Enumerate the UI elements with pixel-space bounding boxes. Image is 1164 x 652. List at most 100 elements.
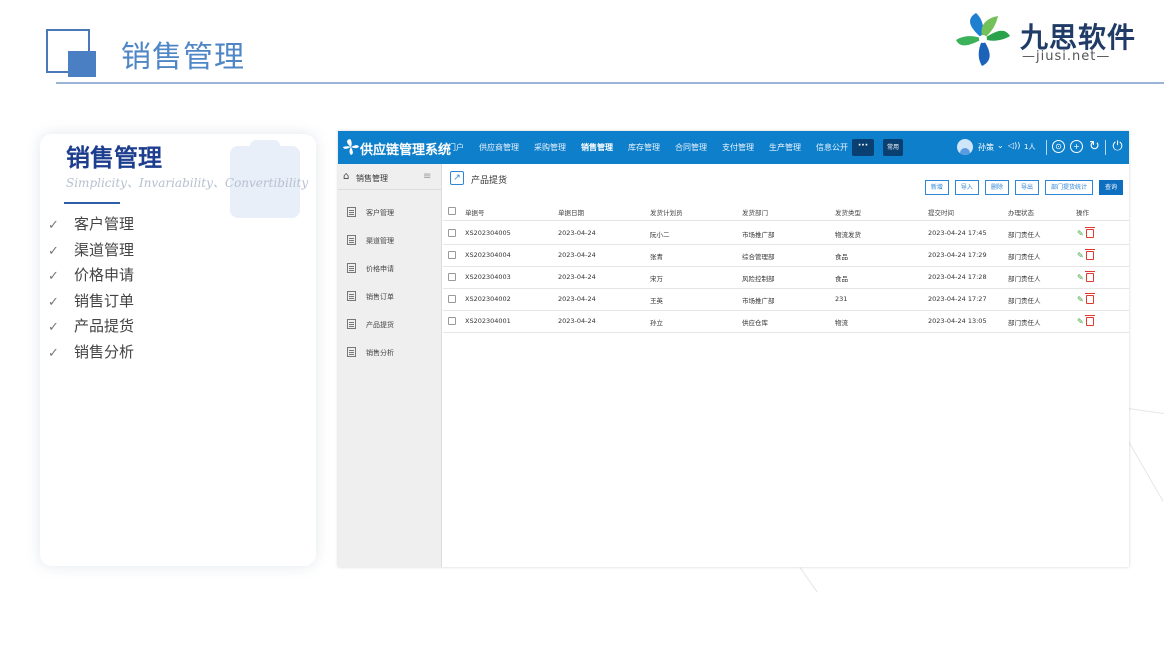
add-circle-icon[interactable]: + (1070, 140, 1083, 153)
common-button[interactable]: 常用 (883, 139, 903, 156)
column-header: 办理状态 (1008, 209, 1034, 217)
company-logo: 九思软件 —jiusi.net— (952, 10, 1152, 68)
background-stroke (1127, 440, 1164, 502)
table-row[interactable]: XS202304002 2023-04-24 王英 市场推广部 231 2023… (443, 289, 1129, 311)
nav-item-purchase[interactable]: 采购管理 (534, 142, 566, 153)
nav-item-portal[interactable]: 门户 (448, 142, 464, 153)
row-checkbox[interactable] (448, 295, 456, 303)
sidebar-item-label: 销售订单 (366, 293, 394, 301)
sidebar-item-channel[interactable]: 渠道管理 (338, 226, 442, 254)
row-checkbox[interactable] (448, 273, 456, 281)
edit-icon[interactable]: ✎ (1077, 251, 1085, 260)
cell-status: 部门责任人 (1008, 319, 1041, 327)
query-button[interactable]: 查询 (1098, 180, 1123, 195)
column-header: 单据号 (465, 209, 485, 217)
sidebar-item-analysis[interactable]: 销售分析 (338, 338, 442, 366)
external-link-icon: ↗ (450, 171, 464, 185)
select-all-checkbox[interactable] (448, 207, 456, 215)
sidebar-title: 销售管理 (356, 174, 388, 183)
cell-status: 部门责任人 (1008, 297, 1041, 305)
page-title: 产品提货 (471, 176, 508, 186)
cell-department: 风险控制部 (742, 275, 775, 283)
feature-item-label: 销售订单 (74, 291, 135, 310)
card-title-underline (64, 202, 120, 204)
trash-icon[interactable] (1085, 227, 1095, 238)
feature-item: ✓ 渠道管理 (48, 238, 134, 264)
speaker-icon[interactable]: ◁)) (1008, 141, 1020, 150)
cell-ship-type: 食品 (835, 253, 848, 261)
refresh-icon[interactable]: ↻ (1088, 140, 1101, 153)
row-checkbox[interactable] (448, 317, 456, 325)
table-row[interactable]: XS202304004 2023-04-24 张青 综合管理部 食品 2023-… (443, 245, 1129, 267)
export-button[interactable]: 导出 (1014, 180, 1039, 195)
delete-button[interactable]: 删除 (984, 180, 1009, 195)
add-button[interactable]: 新增 (924, 180, 949, 195)
chevron-down-icon[interactable]: ⌄ (997, 141, 1004, 150)
table-row[interactable]: XS202304005 2023-04-24 阮小二 市场推广部 物流发货 20… (443, 223, 1129, 245)
cell-doc-no: XS202304004 (465, 251, 511, 259)
background-stroke (799, 567, 818, 593)
system-name: 供应链管理系统 (360, 143, 452, 158)
home-icon[interactable]: ⌂ (343, 171, 349, 182)
column-header: 单据日期 (558, 209, 584, 217)
nav-item-contract[interactable]: 合同管理 (675, 142, 707, 153)
table-row[interactable]: XS202304001 2023-04-24 孙立 供应仓库 物流 2023-0… (443, 311, 1129, 333)
edit-icon[interactable]: ✎ (1077, 229, 1085, 238)
trash-icon[interactable] (1085, 271, 1095, 282)
table-row[interactable]: XS202304003 2023-04-24 宋万 风险控制部 食品 2023-… (443, 267, 1129, 289)
sidebar-item-label: 渠道管理 (366, 237, 394, 245)
feature-card: 销售管理 Simplicity、Invariability、Convertibi… (40, 134, 316, 566)
edit-icon[interactable]: ✎ (1077, 295, 1085, 304)
app-topbar: 供应链管理系统 门户 供应商管理 采购管理 销售管理 库存管理 合同管理 支付管… (338, 131, 1129, 164)
sidebar-header: ⌂ 销售管理 ≡ (338, 164, 442, 190)
user-name[interactable]: 孙策 (978, 142, 994, 153)
nav-item-production[interactable]: 生产管理 (769, 142, 801, 153)
nav-item-supplier[interactable]: 供应商管理 (479, 142, 519, 153)
card-subtitle: Simplicity、Invariability、Convertibility (66, 176, 309, 190)
column-header: 发货计划员 (650, 209, 683, 217)
more-nav-button[interactable]: ··· (852, 139, 874, 156)
toolbar-divider (1046, 140, 1047, 155)
nav-item-sales[interactable]: 销售管理 (581, 142, 613, 153)
check-icon: ✓ (48, 218, 59, 233)
cell-doc-date: 2023-04-24 (558, 317, 596, 325)
trash-icon[interactable] (1085, 249, 1095, 260)
compass-icon[interactable]: ⊙ (1052, 140, 1065, 153)
avatar[interactable] (957, 139, 973, 155)
import-button[interactable]: 导入 (954, 180, 979, 195)
cell-planner: 王英 (650, 297, 663, 305)
document-icon (347, 263, 356, 273)
document-icon (347, 291, 356, 301)
feature-item: ✓ 销售订单 (48, 289, 134, 315)
cell-department: 市场推广部 (742, 297, 775, 305)
trash-icon[interactable] (1085, 315, 1095, 326)
department-stats-button[interactable]: 部门提货统计 (1044, 180, 1093, 195)
sidebar-item-customer[interactable]: 客户管理 (338, 198, 442, 226)
column-header: 提交时间 (928, 209, 954, 217)
edit-icon[interactable]: ✎ (1077, 317, 1085, 326)
sidebar-item-order[interactable]: 销售订单 (338, 282, 442, 310)
sidebar-item-pickup[interactable]: 产品提货 (338, 310, 442, 338)
sidebar-item-label: 产品提货 (366, 321, 394, 329)
cell-planner: 宋万 (650, 275, 663, 283)
column-header: 发货类型 (835, 209, 861, 217)
cell-status: 部门责任人 (1008, 253, 1041, 261)
cell-submit-time: 2023-04-24 17:28 (928, 273, 987, 281)
toolbar-divider (1105, 140, 1106, 155)
sidebar-item-label: 价格申请 (366, 265, 394, 273)
nav-item-info[interactable]: 信息公开 (816, 142, 848, 153)
sidebar-item-price[interactable]: 价格申请 (338, 254, 442, 282)
power-icon[interactable]: ⏻ (1111, 140, 1124, 153)
top-nav: 门户 供应商管理 采购管理 销售管理 库存管理 合同管理 支付管理 生产管理 信… (448, 131, 863, 164)
row-checkbox[interactable] (448, 229, 456, 237)
feature-item: ✓ 产品提货 (48, 314, 134, 340)
hamburger-icon[interactable]: ≡ (423, 171, 431, 182)
edit-icon[interactable]: ✎ (1077, 273, 1085, 282)
trash-icon[interactable] (1085, 293, 1095, 304)
feature-item-label: 销售分析 (74, 342, 135, 361)
row-checkbox[interactable] (448, 251, 456, 259)
nav-item-payment[interactable]: 支付管理 (722, 142, 754, 153)
cell-doc-no: XS202304003 (465, 273, 511, 281)
nav-item-inventory[interactable]: 库存管理 (628, 142, 660, 153)
cell-department: 综合管理部 (742, 253, 775, 261)
